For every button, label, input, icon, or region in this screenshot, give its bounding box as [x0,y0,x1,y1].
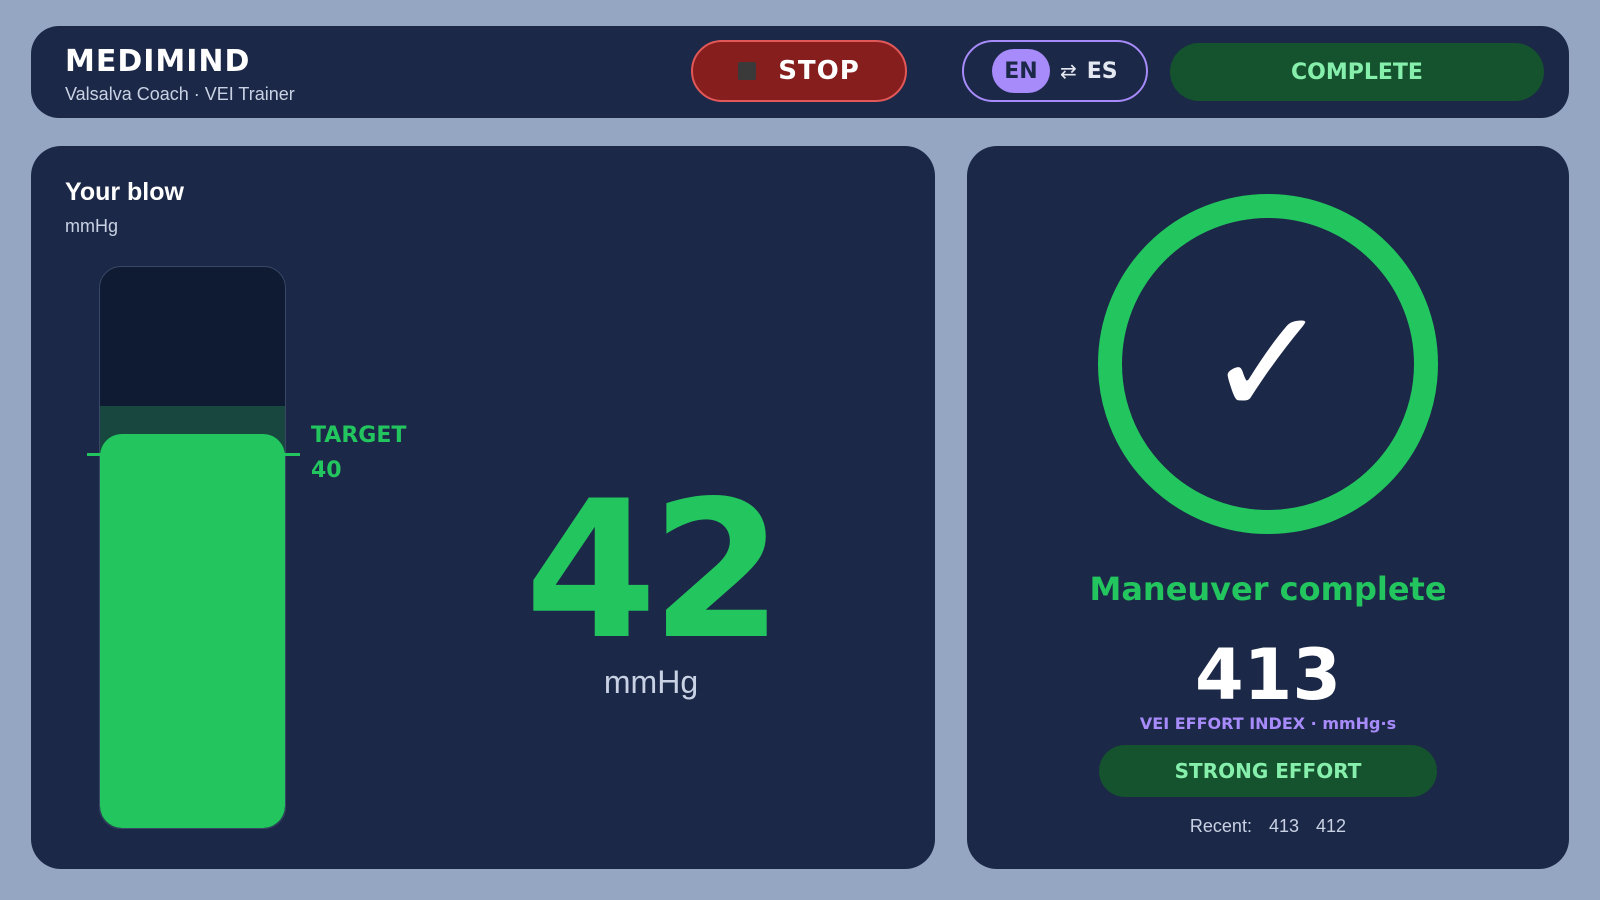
target-label-text: TARGET [311,422,407,448]
effort-badge: STRONG EFFORT [1099,745,1437,797]
checkmark-icon: ✓ [1205,277,1331,451]
swap-arrows-icon: ⇄ [1060,59,1077,83]
app-subtitle: Valsalva Coach · VEI Trainer [65,84,295,104]
language-es[interactable]: ES [1087,59,1118,84]
target-label: TARGET 40 [311,418,406,488]
pressure-gauge [99,266,286,829]
recent-score: 413 [1268,816,1300,836]
recent-label: Recent: [1189,816,1252,836]
app-title: MEDIMIND [65,44,251,79]
result-title: Maneuver complete [1089,570,1447,608]
result-panel: ✓ Maneuver complete 413 VEI EFFORT INDEX… [967,146,1569,869]
status-badge: COMPLETE [1170,43,1544,101]
recent-scores: Recent: 413 412 [967,816,1569,837]
target-value: 40 [311,457,342,483]
stop-button[interactable]: STOP [691,40,907,102]
vei-score: 413 [1194,634,1342,716]
language-en[interactable]: EN [992,49,1050,93]
target-marker [87,452,300,456]
pressure-fill [100,433,285,828]
stop-button-label: STOP [778,56,860,86]
pressure-reading-unit: mmHg [603,664,699,700]
panel-title: Your blow [65,178,184,206]
header-bar: MEDIMIND Valsalva Coach · VEI Trainer ST… [31,26,1569,118]
stop-icon [738,62,757,80]
pressure-panel: Your blow mmHg TARGET 40 42 mmHg [31,146,935,869]
language-toggle[interactable]: EN ⇄ ES [962,40,1148,102]
vei-score-label: VEI EFFORT INDEX · mmHg·s [1139,714,1397,733]
pressure-reading: 42 [524,460,783,681]
recent-score: 412 [1316,816,1347,836]
panel-unit: mmHg [65,216,118,236]
